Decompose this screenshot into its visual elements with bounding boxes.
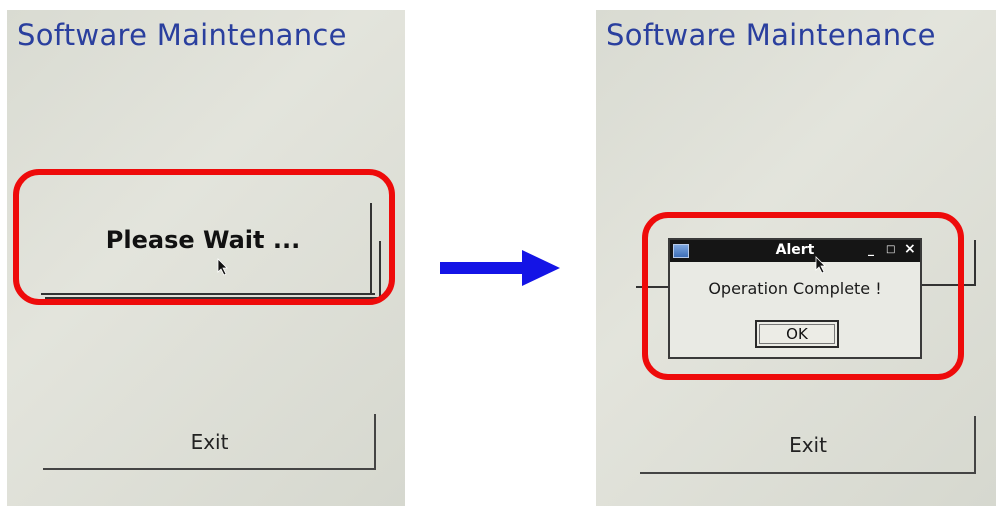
exit-label: Exit bbox=[789, 433, 827, 457]
highlight-box bbox=[13, 169, 395, 305]
right-arrow-icon bbox=[440, 248, 562, 292]
button-edge bbox=[374, 414, 376, 470]
highlight-box bbox=[642, 212, 964, 380]
page-title: Software Maintenance bbox=[17, 18, 347, 52]
button-edge bbox=[640, 472, 976, 474]
exit-button[interactable]: Exit bbox=[640, 416, 976, 474]
exit-button[interactable]: Exit bbox=[43, 414, 376, 470]
button-edge bbox=[974, 416, 976, 474]
page-title: Software Maintenance bbox=[606, 18, 936, 52]
exit-label: Exit bbox=[190, 430, 229, 454]
button-edge bbox=[974, 240, 976, 286]
button-edge bbox=[43, 468, 376, 470]
